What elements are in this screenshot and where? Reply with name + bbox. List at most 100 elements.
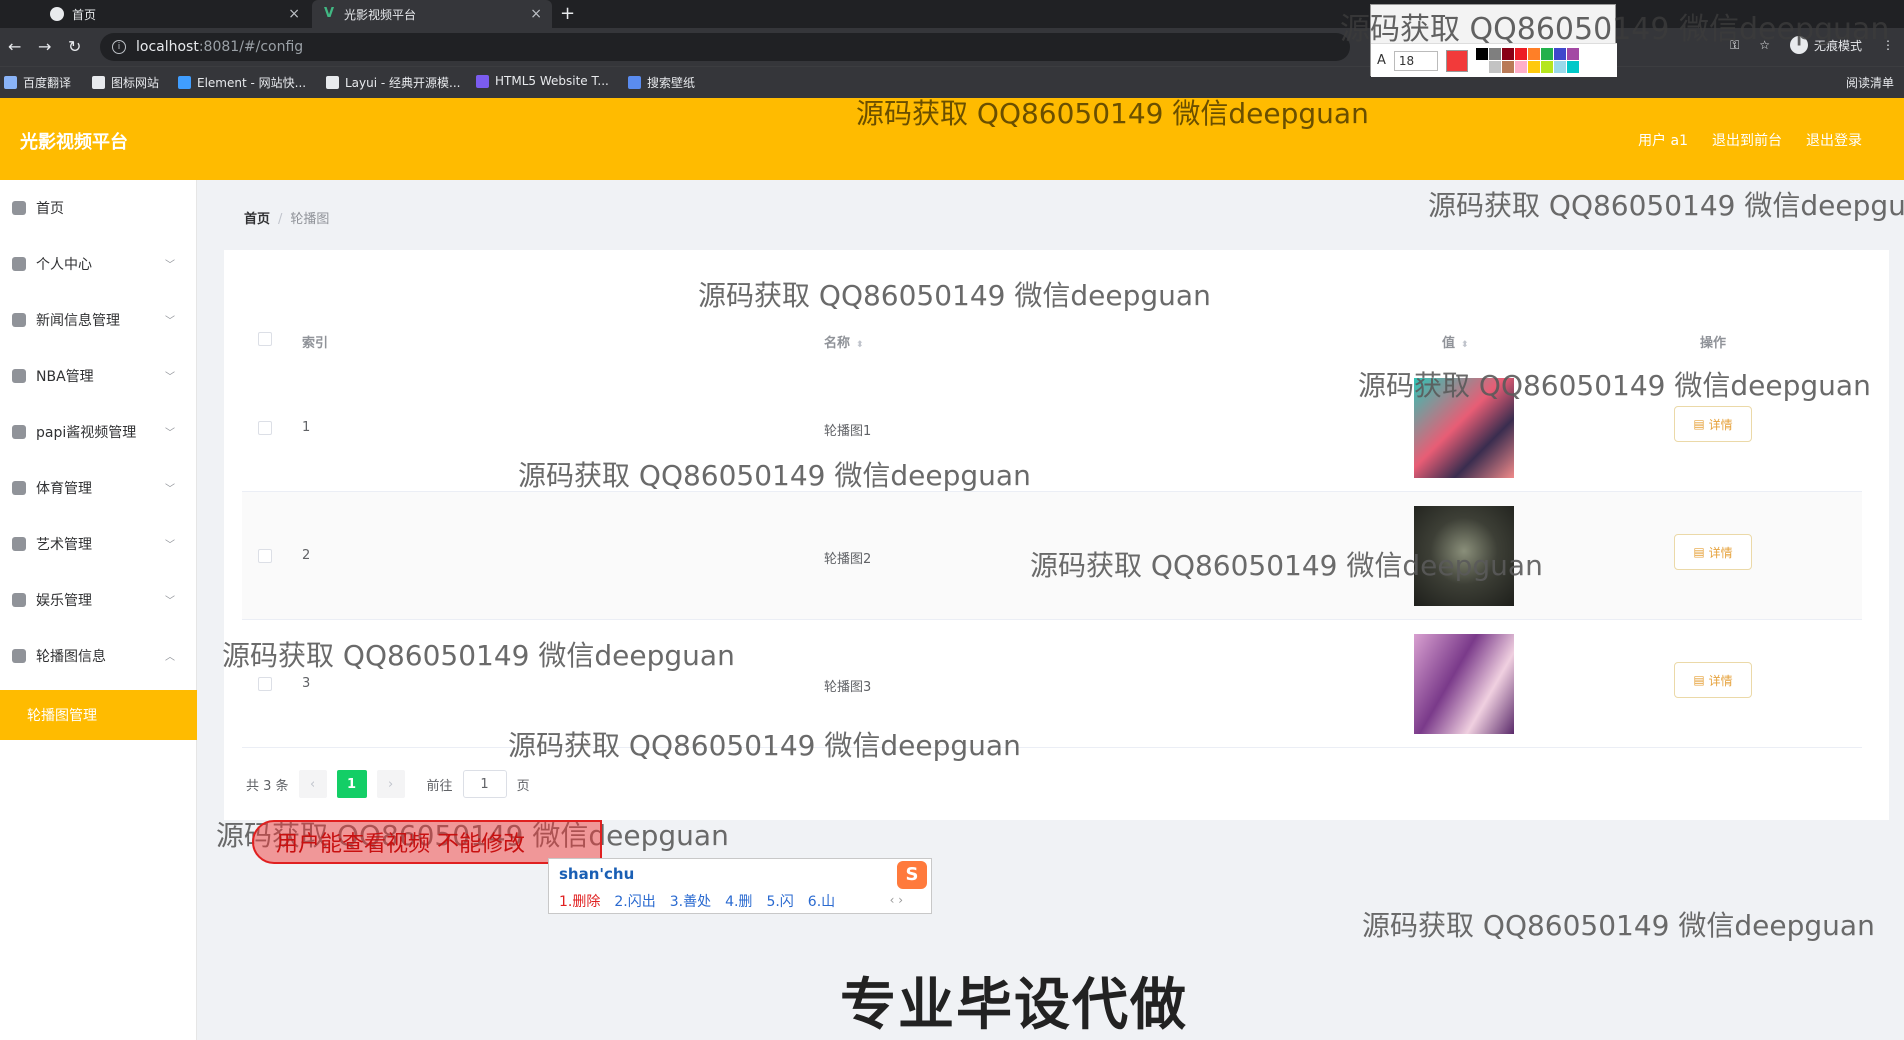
ime-candidate[interactable]: 6.山: [808, 891, 835, 911]
vue-logo-icon: V: [323, 6, 335, 21]
new-tab-button[interactable]: +: [560, 3, 575, 24]
bookmark-item[interactable]: 百度翻译: [4, 74, 71, 91]
color-swatch[interactable]: [1501, 61, 1514, 73]
prev-page-button[interactable]: ‹: [298, 770, 327, 798]
back-arrow-icon[interactable]: ←: [8, 37, 21, 56]
bookmark-item[interactable]: 搜索壁纸: [628, 74, 695, 91]
ime-candidate-window: shan'chu S 1.删除 2.闪出 3.善处 4.删 5.闪 6.山 ‹ …: [548, 858, 932, 914]
color-swatch[interactable]: [1566, 48, 1579, 60]
select-all-checkbox[interactable]: [258, 332, 272, 346]
sidebar-item-art[interactable]: 艺术管理 ﹀: [0, 516, 197, 572]
info-icon[interactable]: i: [112, 40, 126, 54]
html5-site-icon: [476, 74, 489, 88]
ime-page-arrows[interactable]: ‹ ›: [890, 893, 903, 907]
page-number-active[interactable]: 1: [336, 770, 367, 798]
next-page-button[interactable]: ›: [376, 770, 405, 798]
reload-icon[interactable]: ↻: [68, 37, 81, 56]
sidebar-item-home[interactable]: 首页: [0, 180, 197, 236]
back-to-front-link[interactable]: 退出到前台: [1712, 130, 1782, 150]
color-swatch[interactable]: [1475, 48, 1488, 60]
bookmark-item[interactable]: Layui - 经典开源模...: [326, 74, 460, 91]
browser-tab-active[interactable]: V 光影视频平台 ×: [312, 0, 552, 28]
color-swatch[interactable]: [1501, 48, 1514, 60]
row-checkbox[interactable]: [258, 549, 272, 563]
sidebar-item-carousel[interactable]: 轮播图信息 ︿: [0, 628, 197, 684]
sidebar-item-profile[interactable]: 个人中心 ﹀: [0, 236, 197, 292]
ime-candidate[interactable]: 1.删除: [559, 891, 600, 911]
bookmark-label: 搜索壁纸: [647, 76, 696, 90]
sort-icon[interactable]: ⬍: [1461, 340, 1469, 350]
sidebar-item-label: papi酱视频管理: [36, 425, 137, 441]
color-swatch[interactable]: [1488, 48, 1501, 60]
sidebar-item-sports[interactable]: 体育管理 ﹀: [0, 460, 197, 516]
ime-candidate[interactable]: 4.删: [725, 891, 752, 911]
element-logo-icon: [178, 76, 191, 89]
sidebar-item-label: 娱乐管理: [36, 593, 92, 609]
column-header-name[interactable]: 名称 ⬍: [824, 332, 864, 351]
ime-candidate[interactable]: 5.闪: [766, 891, 793, 911]
watermark: 源码获取 QQ86050149 微信deepguan: [1030, 549, 1543, 582]
bookmark-item[interactable]: Element - 网站快...: [178, 74, 306, 91]
watermark: 源码获取 QQ86050149 微信deepguan: [1340, 12, 1890, 47]
color-palette[interactable]: [1475, 48, 1579, 73]
carousel-image-3: [1414, 634, 1514, 734]
promo-caption: 专业毕设代做: [840, 973, 1188, 1038]
logout-link[interactable]: 退出登录: [1806, 130, 1862, 150]
font-icon[interactable]: A: [1377, 53, 1386, 68]
url-host: localhost: [136, 39, 199, 55]
column-header-index: 索引: [302, 336, 329, 351]
annotation-style-row: A 18: [1371, 43, 1617, 77]
sidebar-item-label: 体育管理: [36, 481, 92, 497]
sidebar-item-label: 首页: [36, 201, 64, 217]
sidebar-subitem-carousel-management[interactable]: 轮播图管理: [0, 690, 197, 740]
color-swatch[interactable]: [1553, 61, 1566, 73]
row-checkbox[interactable]: [258, 677, 272, 691]
sidebar-item-entertainment[interactable]: 娱乐管理 ﹀: [0, 572, 197, 628]
forward-arrow-icon[interactable]: →: [38, 37, 51, 56]
sort-icon[interactable]: ⬍: [856, 340, 864, 350]
color-swatch[interactable]: [1527, 48, 1540, 60]
chevron-down-icon: ﹀: [165, 484, 175, 495]
globe-icon: [50, 7, 64, 21]
font-size-select[interactable]: 18: [1393, 50, 1438, 71]
row-checkbox[interactable]: [258, 421, 272, 435]
detail-button[interactable]: ▤ 详情: [1674, 662, 1752, 698]
detail-button[interactable]: ▤ 详情: [1674, 534, 1752, 570]
sidebar-item-nba[interactable]: NBA管理 ﹀: [0, 348, 197, 404]
ime-candidate[interactable]: 2.闪出: [614, 891, 655, 911]
sidebar-item-news[interactable]: 新闻信息管理 ﹀: [0, 292, 197, 348]
detail-button-label: 详情: [1708, 417, 1733, 432]
goto-page-input[interactable]: 1: [462, 770, 507, 798]
ime-candidate[interactable]: 3.善处: [670, 891, 711, 911]
color-swatch[interactable]: [1514, 61, 1527, 73]
main-panel: 索引 名称 ⬍ 值 ⬍ 操作 1 轮播图1 ▤ 详情 2 轮播图2 ▤ 详情 3 轮播图…: [224, 250, 1889, 820]
color-swatch[interactable]: [1540, 48, 1553, 60]
color-swatch[interactable]: [1553, 48, 1566, 60]
color-swatch[interactable]: [1475, 61, 1488, 73]
close-icon[interactable]: ×: [530, 6, 542, 22]
sidebar-item-label: 艺术管理: [36, 537, 92, 553]
color-swatch[interactable]: [1540, 61, 1553, 73]
chevron-down-icon: ﹀: [165, 316, 175, 327]
current-color-swatch[interactable]: [1445, 49, 1468, 72]
color-swatch[interactable]: [1514, 48, 1527, 60]
sogou-logo-icon: S: [897, 861, 927, 889]
sidebar-item-papi[interactable]: papi酱视频管理 ﹀: [0, 404, 197, 460]
breadcrumb-home[interactable]: 首页: [244, 212, 270, 227]
bookmark-item[interactable]: HTML5 Website T...: [476, 74, 609, 88]
browser-tab-home[interactable]: 首页 ×: [40, 0, 310, 28]
reading-list-button[interactable]: 阅读清单: [1846, 74, 1894, 91]
column-header-value[interactable]: 值 ⬍: [1442, 332, 1469, 351]
color-swatch[interactable]: [1566, 61, 1579, 73]
chart-icon: [12, 649, 26, 663]
breadcrumb-current: 轮播图: [290, 212, 330, 227]
detail-button[interactable]: ▤ 详情: [1674, 406, 1752, 442]
crop-icon: [12, 313, 26, 327]
bookmark-item[interactable]: 图标网站: [92, 74, 159, 91]
monitor-icon: [12, 425, 26, 439]
color-swatch[interactable]: [1488, 61, 1501, 73]
watermark: 源码获取 QQ86050149 微信deepguan: [518, 459, 1031, 492]
address-bar[interactable]: i localhost :8081/#/config: [100, 33, 1350, 61]
color-swatch[interactable]: [1527, 61, 1540, 73]
close-icon[interactable]: ×: [288, 6, 300, 22]
